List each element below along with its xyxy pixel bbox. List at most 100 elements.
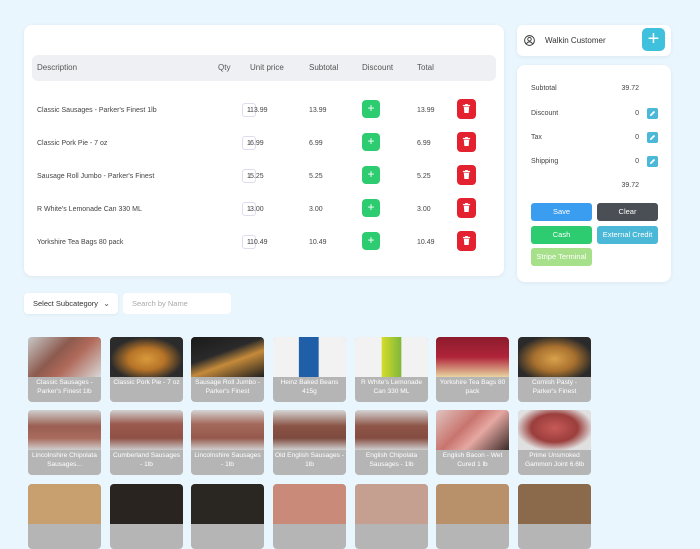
external-credit-button[interactable]: External Credit — [597, 226, 658, 244]
col-total: Total — [417, 63, 434, 72]
item-unit-price: 5.25 — [250, 173, 264, 180]
product-image — [110, 484, 183, 524]
product-card[interactable]: Yorkshire Tea Bags 80 pack — [436, 337, 509, 402]
product-image — [436, 410, 509, 450]
product-image — [191, 410, 264, 450]
trash-icon — [462, 104, 471, 113]
delete-item-button[interactable] — [457, 132, 476, 152]
product-image — [436, 337, 509, 377]
item-unit-price: 3.00 — [250, 206, 264, 213]
product-card[interactable] — [191, 484, 264, 549]
product-card[interactable] — [273, 484, 346, 549]
product-name: Prime Unsmoked Gammon Joint 6.6lb — [524, 452, 584, 468]
col-unit-price: Unit price — [250, 63, 284, 72]
item-total: 3.00 — [417, 206, 431, 213]
search-input[interactable] — [123, 293, 231, 314]
table-row: Classic Sausages - Parker's Finest 1lb 1… — [32, 98, 496, 124]
product-card[interactable] — [110, 484, 183, 549]
item-description: Classic Sausages - Parker's Finest 1lb — [37, 107, 157, 114]
product-image — [355, 484, 428, 524]
order-summary: Subtotal 39.72 Discount 0 Tax 0 Shipping… — [517, 65, 671, 282]
product-card[interactable]: Cumberland Sausages - 1lb — [110, 410, 183, 475]
add-discount-button[interactable]: + — [362, 100, 380, 118]
customer-selector[interactable]: Walkin Customer + — [517, 25, 671, 56]
trash-icon — [462, 170, 471, 179]
product-name: Heinz Baked Beans 415g — [280, 379, 339, 395]
table-row: R White's Lemonade Can 330 ML 1 3.00 3.0… — [32, 197, 496, 223]
product-name: Lincolnshire Sausages - 1lb — [194, 452, 261, 468]
product-card[interactable]: Classic Sausages - Parker's Finest 1lb — [28, 337, 101, 402]
edit-shipping-button[interactable] — [647, 156, 658, 167]
delete-item-button[interactable] — [457, 198, 476, 218]
product-card[interactable] — [518, 484, 591, 549]
product-card[interactable]: English Bacon - Wet Cured 1 lb — [436, 410, 509, 475]
product-image — [518, 410, 591, 450]
save-button[interactable]: Save — [531, 203, 592, 221]
product-name: Cumberland Sausages - 1lb — [112, 452, 181, 468]
add-discount-button[interactable]: + — [362, 199, 380, 217]
product-image — [355, 337, 428, 377]
item-total: 5.25 — [417, 173, 431, 180]
product-card[interactable]: Heinz Baked Beans 415g — [273, 337, 346, 402]
product-image — [355, 410, 428, 450]
subtotal-value: 39.72 — [621, 85, 639, 92]
add-customer-button[interactable]: + — [642, 28, 665, 51]
subtotal-label: Subtotal — [531, 85, 557, 92]
edit-tax-button[interactable] — [647, 132, 658, 143]
grand-total-value: 39.72 — [621, 182, 639, 189]
product-name: Classic Sausages - Parker's Finest 1lb — [36, 379, 93, 395]
add-discount-button[interactable]: + — [362, 232, 380, 250]
trash-icon — [462, 137, 471, 146]
pencil-icon — [649, 110, 656, 117]
item-description: R White's Lemonade Can 330 ML — [37, 206, 142, 213]
product-card[interactable]: Cornish Pasty - Parker's Finest — [518, 337, 591, 402]
product-card[interactable]: R White's Lemonade Can 330 ML — [355, 337, 428, 402]
product-image — [436, 484, 509, 524]
customer-name: Walkin Customer — [545, 36, 606, 45]
product-image — [273, 484, 346, 524]
pencil-icon — [649, 158, 656, 165]
table-row: Yorkshire Tea Bags 80 pack 1 10.49 10.49… — [32, 230, 496, 256]
add-discount-button[interactable]: + — [362, 133, 380, 151]
product-image — [191, 337, 264, 377]
stripe-terminal-button[interactable]: Stripe Terminal — [531, 248, 592, 266]
product-name: Classic Pork Pie - 7 oz — [113, 379, 180, 386]
product-image — [28, 484, 101, 524]
tax-label: Tax — [531, 134, 542, 141]
subcategory-select[interactable]: Select Subcategory ⌄ — [24, 293, 118, 314]
clear-button[interactable]: Clear — [597, 203, 658, 221]
shipping-label: Shipping — [531, 158, 559, 165]
delete-item-button[interactable] — [457, 165, 476, 185]
item-unit-price: 13.99 — [250, 107, 268, 114]
product-card[interactable] — [28, 484, 101, 549]
product-card[interactable]: Sausage Roll Jumbo - Parker's Finest — [191, 337, 264, 402]
product-card[interactable]: Lincolnshire Sausages - 1lb — [191, 410, 264, 475]
product-card[interactable]: Old English Sausages - 1lb — [273, 410, 346, 475]
product-name: Old English Sausages - 1lb — [275, 452, 344, 468]
product-name: R White's Lemonade Can 330 ML — [361, 379, 422, 395]
col-subtotal: Subtotal — [309, 63, 339, 72]
item-unit-price: 10.49 — [250, 239, 268, 246]
product-card[interactable]: Prime Unsmoked Gammon Joint 6.6lb — [518, 410, 591, 475]
add-discount-button[interactable]: + — [362, 166, 380, 184]
product-image — [518, 484, 591, 524]
cash-button[interactable]: Cash — [531, 226, 592, 244]
cart-table-header: Description Qty Unit price Subtotal Disc… — [32, 55, 496, 81]
delete-item-button[interactable] — [457, 99, 476, 119]
product-card[interactable] — [436, 484, 509, 549]
product-card[interactable]: Lincolnshire Chipolata Sausages... — [28, 410, 101, 475]
product-card[interactable]: Classic Pork Pie - 7 oz — [110, 337, 183, 402]
edit-discount-button[interactable] — [647, 108, 658, 119]
product-image — [518, 337, 591, 377]
product-image — [28, 337, 101, 377]
delete-item-button[interactable] — [457, 231, 476, 251]
product-image — [191, 484, 264, 524]
product-card[interactable] — [355, 484, 428, 549]
discount-value: 0 — [635, 110, 639, 117]
product-card[interactable]: English Chipolata Sausages - 1lb — [355, 410, 428, 475]
product-name: English Bacon - Wet Cured 1 lb — [442, 452, 503, 468]
product-image — [28, 410, 101, 450]
product-name: Yorkshire Tea Bags 80 pack — [439, 379, 506, 395]
item-total: 13.99 — [417, 107, 435, 114]
item-subtotal: 3.00 — [309, 206, 323, 213]
